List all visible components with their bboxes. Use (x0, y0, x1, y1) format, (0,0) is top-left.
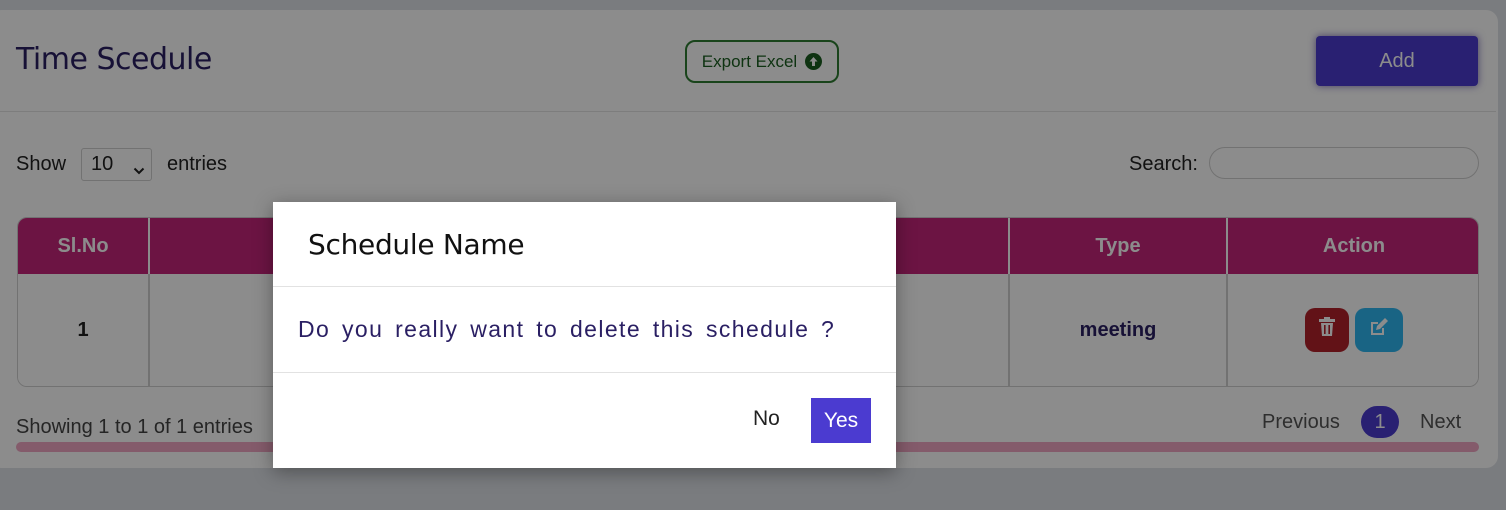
modal-footer-divider (273, 372, 896, 373)
yes-button[interactable]: Yes (811, 398, 871, 443)
modal-message: Do you really want to delete this schedu… (298, 316, 836, 342)
modal-header-divider (273, 286, 896, 287)
delete-confirm-modal: Schedule Name Do you really want to dele… (273, 202, 896, 468)
no-button[interactable]: No (753, 407, 780, 431)
modal-title: Schedule Name (308, 228, 525, 261)
